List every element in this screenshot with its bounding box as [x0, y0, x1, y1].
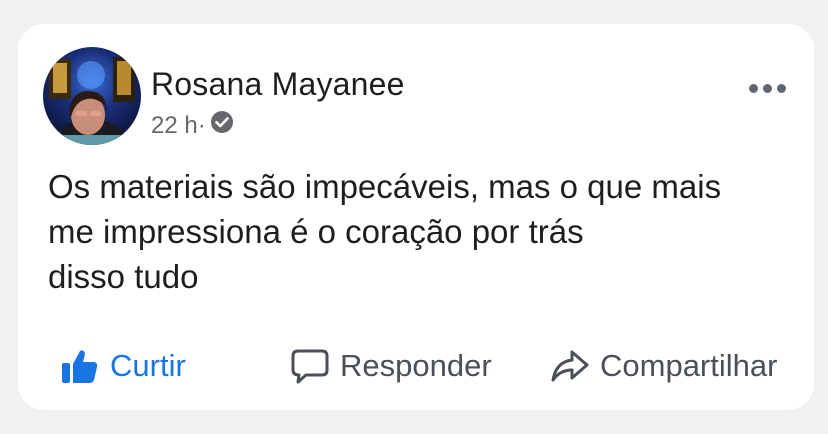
verified-badge-icon: [210, 110, 234, 141]
post-text-line: Os materiais são impecáveis, mas o que m…: [48, 168, 722, 205]
post-text-line: me impressiona é o coração por trás: [48, 213, 584, 250]
more-dot: [763, 84, 772, 93]
like-label: Curtir: [110, 348, 186, 383]
like-button[interactable]: Curtir: [60, 338, 186, 394]
post-meta: 22 h·: [151, 110, 234, 141]
share-arrow-icon: [550, 346, 590, 386]
post-text: Os materiais são impecáveis, mas o que m…: [48, 164, 818, 299]
more-dot: [777, 84, 786, 93]
more-options-button[interactable]: [749, 84, 786, 93]
action-bar: Curtir Responder Compartilhar: [18, 338, 814, 394]
reply-button[interactable]: Responder: [290, 338, 492, 394]
thumbs-up-icon: [60, 346, 100, 386]
comment-card: Rosana Mayanee 22 h· Os materiais são im…: [18, 24, 814, 410]
reply-label: Responder: [340, 348, 492, 383]
more-dot: [749, 84, 758, 93]
author-name[interactable]: Rosana Mayanee: [151, 66, 405, 103]
share-button[interactable]: Compartilhar: [550, 338, 777, 394]
comment-bubble-icon: [290, 346, 330, 386]
timestamp[interactable]: 22 h·: [151, 112, 206, 140]
post-text-line: disso tudo: [48, 258, 199, 295]
share-label: Compartilhar: [600, 348, 778, 383]
avatar[interactable]: [43, 47, 141, 145]
